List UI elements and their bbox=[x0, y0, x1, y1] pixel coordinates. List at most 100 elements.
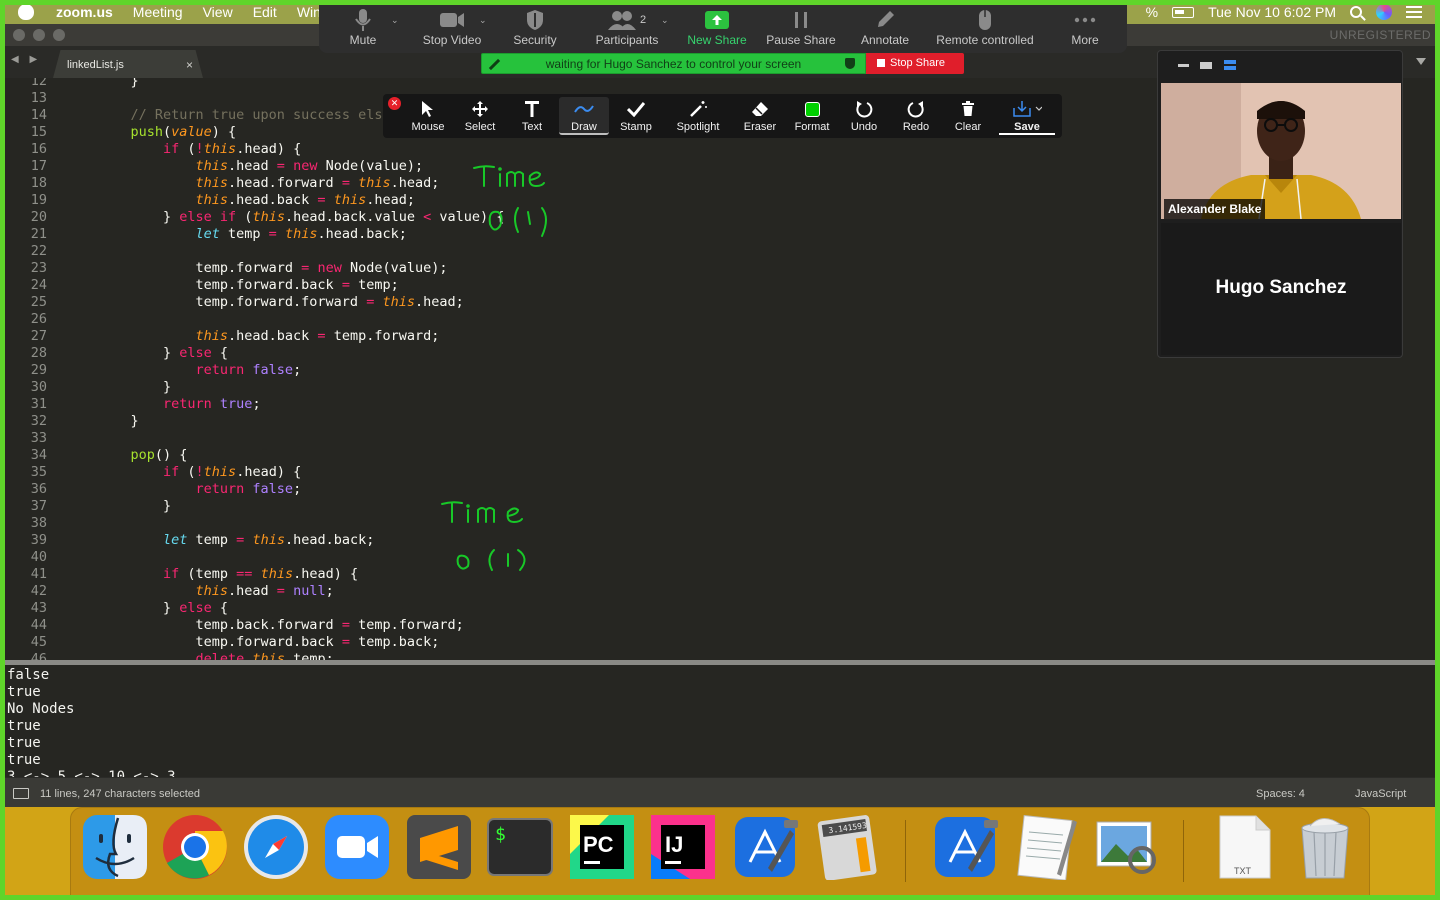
indentation-status[interactable]: Spaces: 4 bbox=[1256, 788, 1305, 800]
tool-select[interactable]: Select bbox=[455, 97, 505, 135]
annotation-time-2 bbox=[441, 501, 526, 571]
intellij-icon[interactable]: IJ bbox=[650, 814, 716, 880]
xcode-icon-2[interactable] bbox=[932, 814, 998, 880]
code-token: let bbox=[195, 226, 220, 242]
stop-video-button[interactable]: Stop Video bbox=[415, 7, 489, 51]
code-token: ( bbox=[236, 209, 253, 225]
window-zoom-button[interactable] bbox=[53, 29, 65, 41]
menu-view[interactable]: View bbox=[203, 4, 233, 20]
annotation-time-1 bbox=[473, 165, 547, 237]
tab-close-icon[interactable]: × bbox=[186, 58, 193, 72]
line-number: 41 bbox=[30, 566, 47, 582]
tab-nav-arrows[interactable]: ◀ ▶ bbox=[11, 54, 41, 65]
gallery-view-icon[interactable] bbox=[1224, 60, 1236, 71]
tool-stamp[interactable]: Stamp bbox=[611, 97, 661, 135]
trash-icon[interactable] bbox=[1292, 814, 1358, 880]
console-line: true bbox=[7, 735, 41, 751]
menu-app[interactable]: zoom.us bbox=[56, 4, 113, 20]
code-token: value bbox=[171, 124, 212, 140]
participant-video[interactable]: Alexander Blake bbox=[1161, 83, 1401, 219]
security-button[interactable]: Security bbox=[507, 7, 563, 51]
code-token: = bbox=[317, 328, 326, 344]
tool-spotlight[interactable]: Spotlight bbox=[673, 97, 723, 135]
tool-draw[interactable]: Draw bbox=[559, 97, 609, 135]
pause-share-button[interactable]: Pause Share bbox=[763, 7, 839, 51]
code-line: } bbox=[163, 379, 171, 396]
more-button[interactable]: More bbox=[1063, 7, 1107, 51]
code-token: else bbox=[179, 345, 212, 361]
preview-icon[interactable] bbox=[1094, 814, 1160, 880]
remote-control-button[interactable]: Remote controlled bbox=[927, 7, 1043, 51]
minimize-video-icon[interactable] bbox=[1178, 64, 1189, 67]
line-number: 24 bbox=[30, 277, 47, 293]
dock-separator bbox=[905, 820, 906, 882]
txt-file-icon[interactable]: TXT bbox=[1212, 814, 1278, 880]
annotate-button[interactable]: Annotate bbox=[855, 7, 915, 51]
code-token: .head.back.value bbox=[284, 209, 424, 225]
tool-save[interactable]: Save bbox=[999, 97, 1055, 135]
console-output[interactable]: false true No Nodes true true true 3 <-> 5 <->… bbox=[5, 665, 1435, 777]
line-number: 22 bbox=[30, 243, 47, 259]
code-token: this bbox=[333, 192, 367, 208]
window-close-button[interactable] bbox=[13, 29, 25, 41]
panel-toggle-icon[interactable] bbox=[13, 788, 29, 799]
terminal-glyph: $ bbox=[495, 824, 506, 845]
code-line: } else { bbox=[163, 600, 228, 617]
safari-icon[interactable] bbox=[243, 814, 309, 880]
code-token: .head; bbox=[366, 192, 415, 208]
participants-chevron-icon[interactable]: ⌄ bbox=[661, 15, 669, 26]
syntax-status[interactable]: JavaScript bbox=[1355, 788, 1406, 800]
tool-mouse[interactable]: Mouse bbox=[403, 97, 453, 135]
code-token: ; bbox=[325, 583, 334, 599]
finder-icon[interactable] bbox=[82, 814, 148, 880]
tool-text[interactable]: Text bbox=[507, 97, 557, 135]
siri-icon[interactable] bbox=[1376, 4, 1392, 20]
terminal-icon[interactable]: $ bbox=[487, 814, 553, 880]
code-token: ( bbox=[163, 124, 172, 140]
menu-window[interactable]: Win bbox=[297, 4, 321, 20]
menu-meeting[interactable]: Meeting bbox=[133, 4, 183, 20]
line-number: 31 bbox=[30, 396, 47, 412]
code-token: = bbox=[341, 634, 350, 650]
participant-tile[interactable]: Hugo Sanchez bbox=[1161, 223, 1401, 355]
annotation-close-icon[interactable]: ✕ bbox=[388, 97, 401, 110]
zoom-app-icon[interactable] bbox=[324, 814, 390, 880]
line-number: 19 bbox=[30, 192, 47, 208]
textedit-icon[interactable] bbox=[1013, 814, 1079, 880]
menu-edit[interactable]: Edit bbox=[253, 4, 277, 20]
new-share-button[interactable]: New Share bbox=[685, 7, 749, 51]
spotlight-search-icon[interactable] bbox=[1350, 6, 1362, 18]
menu-clock[interactable]: Tue Nov 10 6:02 PM bbox=[1208, 4, 1336, 20]
calculator-icon[interactable]: 3.141593 bbox=[813, 814, 879, 880]
notification-center-icon[interactable] bbox=[1406, 6, 1422, 18]
code-token: temp bbox=[187, 532, 237, 548]
speaker-view-icon[interactable] bbox=[1200, 62, 1212, 69]
window-minimize-button[interactable] bbox=[33, 29, 45, 41]
tab-dropdown-icon[interactable] bbox=[1416, 58, 1426, 65]
pencil-icon bbox=[878, 11, 894, 27]
stop-share-button[interactable]: Stop Share bbox=[866, 53, 964, 74]
participants-button[interactable]: 2 Participants bbox=[585, 7, 669, 51]
video-panel[interactable]: Alexander Blake Hugo Sanchez bbox=[1157, 50, 1403, 358]
xcode-icon[interactable] bbox=[732, 814, 798, 880]
video-options-chevron-icon[interactable]: ⌄ bbox=[479, 15, 487, 26]
audio-options-chevron-icon[interactable]: ⌄ bbox=[391, 15, 399, 26]
apple-icon[interactable] bbox=[18, 4, 34, 20]
code-token: this bbox=[203, 464, 237, 480]
tool-eraser[interactable]: Eraser bbox=[735, 97, 785, 135]
sublime-text-icon[interactable] bbox=[406, 814, 472, 880]
code-token: .head) { bbox=[236, 464, 302, 480]
mute-button[interactable]: Mute bbox=[335, 7, 391, 51]
line-number: 20 bbox=[30, 209, 47, 225]
battery-icon[interactable] bbox=[1172, 6, 1195, 18]
tab-linkedlist-js[interactable]: linkedList.js × bbox=[53, 50, 203, 78]
chrome-icon[interactable] bbox=[162, 814, 228, 880]
tool-format[interactable]: Format bbox=[787, 97, 837, 135]
tool-clear[interactable]: Clear bbox=[943, 97, 993, 135]
tool-redo[interactable]: Redo bbox=[891, 97, 941, 135]
tool-undo[interactable]: Undo bbox=[839, 97, 889, 135]
cursor-arrow-icon bbox=[422, 101, 433, 117]
pycharm-icon[interactable]: PC bbox=[569, 814, 635, 880]
selection-status: 11 lines, 247 characters selected bbox=[40, 788, 200, 800]
